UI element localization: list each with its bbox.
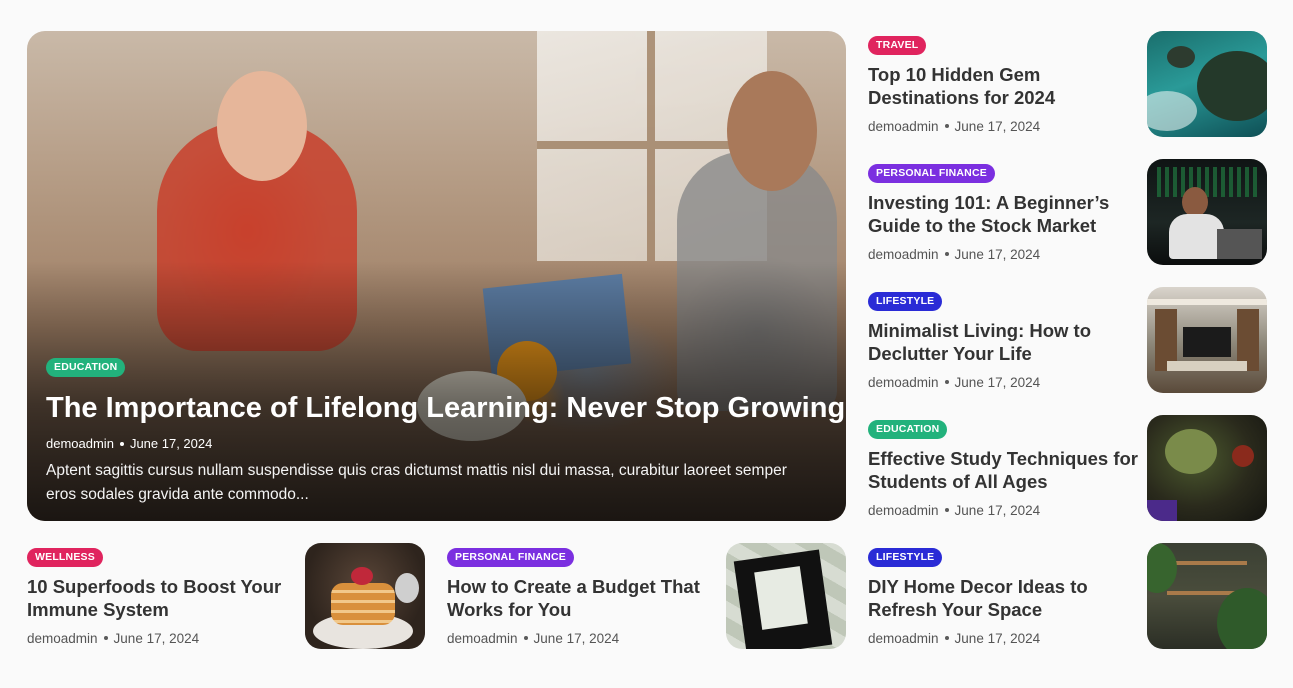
post-card[interactable]: WELLNESS 10 Superfoods to Boost Your Imm… xyxy=(27,543,426,649)
pancakes-photo[interactable] xyxy=(305,543,425,649)
category-badge[interactable]: WELLNESS xyxy=(27,548,103,567)
category-badge[interactable]: PERSONAL FINANCE xyxy=(447,548,574,567)
post-card[interactable]: EDUCATION Effective Study Techniques for… xyxy=(868,415,1267,521)
post-meta: demoadmin June 17, 2024 xyxy=(447,630,717,646)
separator-dot xyxy=(944,252,949,257)
category-badge[interactable]: PERSONAL FINANCE xyxy=(868,164,995,183)
trader-photo[interactable] xyxy=(1147,159,1267,265)
separator-dot xyxy=(944,508,949,513)
post-meta: demoadmin June 17, 2024 xyxy=(27,630,297,646)
author-link[interactable]: demoadmin xyxy=(868,247,939,262)
separator-dot xyxy=(119,441,124,446)
post-date: June 17, 2024 xyxy=(954,118,1041,134)
author-link[interactable]: demoadmin xyxy=(868,503,939,518)
separator-dot xyxy=(944,636,949,641)
post-meta: demoadmin June 17, 2024 xyxy=(868,118,1138,134)
category-badge[interactable]: TRAVEL xyxy=(868,36,927,55)
category-badge[interactable]: EDUCATION xyxy=(46,358,126,377)
post-excerpt: Aptent sagittis cursus nullam suspendiss… xyxy=(46,462,787,504)
author-link[interactable]: demoadmin xyxy=(868,119,939,134)
post-meta: demoadmin June 17, 2024 xyxy=(868,246,1138,262)
post-meta: demoadmin June 17, 2024 xyxy=(46,435,827,451)
post-card[interactable]: TRAVEL Top 10 Hidden Gem Destinations fo… xyxy=(868,31,1267,137)
post-title[interactable]: Minimalist Living: How to Declutter Your… xyxy=(868,319,1138,365)
post-card[interactable]: LIFESTYLE Minimalist Living: How to Decl… xyxy=(868,287,1267,393)
post-meta: demoadmin June 17, 2024 xyxy=(868,374,1138,390)
post-title[interactable]: How to Create a Budget That Works for Yo… xyxy=(447,575,717,621)
post-date: June 17, 2024 xyxy=(129,436,213,452)
post-meta: demoadmin June 17, 2024 xyxy=(868,502,1138,518)
money-envelope-photo[interactable] xyxy=(726,543,846,649)
post-title[interactable]: Investing 101: A Beginner’s Guide to the… xyxy=(868,191,1138,237)
author-link[interactable]: demoadmin xyxy=(27,631,98,646)
author-link[interactable]: demoadmin xyxy=(868,631,939,646)
coastline-photo[interactable] xyxy=(1147,31,1267,137)
featured-post[interactable]: EDUCATION The Importance of Lifelong Lea… xyxy=(27,31,846,521)
post-date: June 17, 2024 xyxy=(533,630,620,646)
plants-shelf-photo[interactable] xyxy=(1147,543,1267,649)
post-date: June 17, 2024 xyxy=(954,630,1041,646)
post-meta: demoadmin June 17, 2024 xyxy=(868,630,1138,646)
category-badge[interactable]: EDUCATION xyxy=(868,420,948,439)
separator-dot xyxy=(103,636,108,641)
post-title[interactable]: Effective Study Techniques for Students … xyxy=(868,447,1138,493)
post-card[interactable]: PERSONAL FINANCE How to Create a Budget … xyxy=(447,543,846,649)
post-date: June 17, 2024 xyxy=(954,374,1041,390)
post-date: June 17, 2024 xyxy=(113,630,200,646)
post-title[interactable]: Top 10 Hidden Gem Destinations for 2024 xyxy=(868,63,1138,109)
author-link[interactable]: demoadmin xyxy=(868,375,939,390)
post-title[interactable]: 10 Superfoods to Boost Your Immune Syste… xyxy=(27,575,297,621)
post-date: June 17, 2024 xyxy=(954,246,1041,262)
separator-dot xyxy=(944,124,949,129)
post-date: June 17, 2024 xyxy=(954,502,1041,518)
category-badge[interactable]: LIFESTYLE xyxy=(868,548,943,567)
post-card[interactable]: LIFESTYLE DIY Home Decor Ideas to Refres… xyxy=(868,543,1267,649)
category-badge[interactable]: LIFESTYLE xyxy=(868,292,943,311)
post-title[interactable]: DIY Home Decor Ideas to Refresh Your Spa… xyxy=(868,575,1138,621)
author-link[interactable]: demoadmin xyxy=(46,436,114,451)
toy-figure-photo[interactable] xyxy=(1147,415,1267,521)
separator-dot xyxy=(523,636,528,641)
separator-dot xyxy=(944,380,949,385)
post-card[interactable]: PERSONAL FINANCE Investing 101: A Beginn… xyxy=(868,159,1267,265)
author-link[interactable]: demoadmin xyxy=(447,631,518,646)
living-room-photo[interactable] xyxy=(1147,287,1267,393)
featured-post-title[interactable]: The Importance of Lifelong Learning: Nev… xyxy=(46,391,845,425)
